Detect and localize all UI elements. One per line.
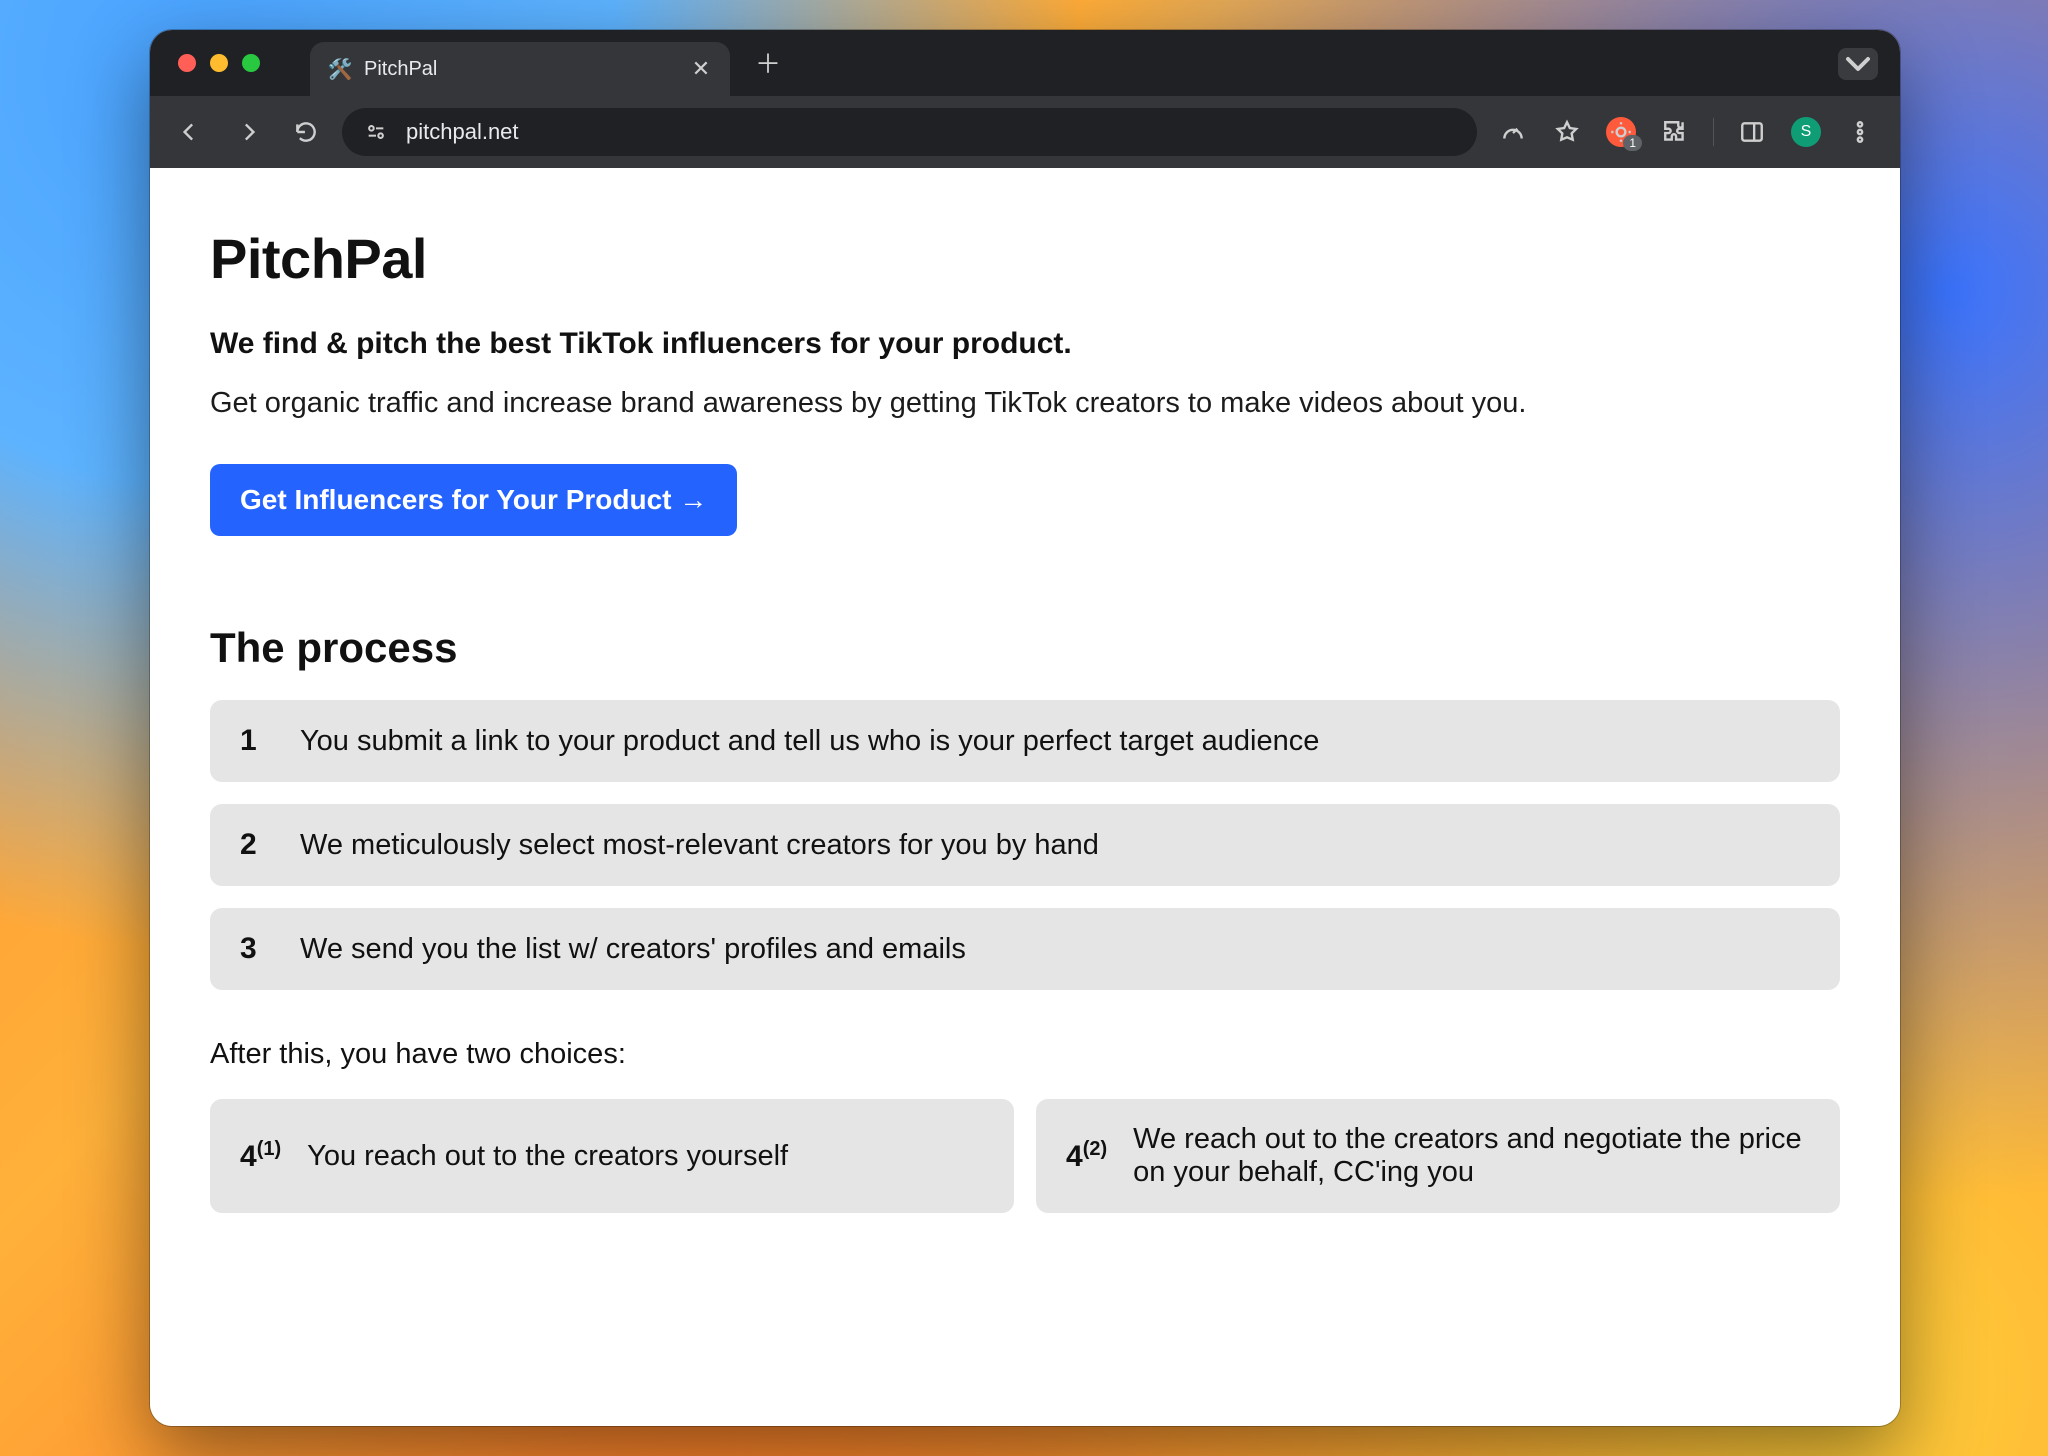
toolbar-divider <box>1713 118 1714 146</box>
extension-icon[interactable]: 1 <box>1599 110 1643 154</box>
process-step: 1 You submit a link to your product and … <box>210 700 1840 782</box>
step-text: We meticulously select most-relevant cre… <box>300 829 1099 862</box>
extension-badge-count: 1 <box>1623 135 1642 151</box>
url-text: pitchpal.net <box>406 119 519 145</box>
step-text: We send you the list w/ creators' profil… <box>300 933 966 966</box>
page-viewport[interactable]: PitchPal We find & pitch the best TikTok… <box>150 168 1900 1426</box>
back-button[interactable] <box>168 110 212 154</box>
tab-search-button[interactable] <box>1838 48 1878 80</box>
forward-button[interactable] <box>226 110 270 154</box>
new-tab-button[interactable]: ＋ <box>748 42 788 82</box>
process-step: 2 We meticulously select most-relevant c… <box>210 804 1840 886</box>
extensions-puzzle-icon[interactable] <box>1653 110 1697 154</box>
choice-number: 4(2) <box>1066 1138 1107 1174</box>
choices-row: 4(1) You reach out to the creators yours… <box>210 1099 1840 1213</box>
page-title: PitchPal <box>210 226 1840 291</box>
step-number: 3 <box>240 932 266 966</box>
choice-number: 4(1) <box>240 1138 281 1174</box>
step-number: 2 <box>240 828 266 862</box>
process-step: 3 We send you the list w/ creators' prof… <box>210 908 1840 990</box>
toolbar-right: 1 S <box>1491 110 1882 154</box>
close-tab-button[interactable]: ✕ <box>690 58 712 80</box>
tab-favicon-icon: 🛠️ <box>328 57 352 81</box>
kebab-menu-icon[interactable] <box>1838 110 1882 154</box>
browser-tab[interactable]: 🛠️ PitchPal ✕ <box>310 42 730 96</box>
bookmark-star-icon[interactable] <box>1545 110 1589 154</box>
choice-card: 4(1) You reach out to the creators yours… <box>210 1099 1014 1213</box>
close-window-button[interactable] <box>178 54 196 72</box>
site-settings-icon[interactable] <box>362 118 390 146</box>
minimize-window-button[interactable] <box>210 54 228 72</box>
page-content: PitchPal We find & pitch the best TikTok… <box>150 168 1900 1293</box>
subtext: Get organic traffic and increase brand a… <box>210 387 1840 420</box>
choices-label: After this, you have two choices: <box>210 1038 1840 1071</box>
browser-toolbar: pitchpal.net 1 S <box>150 96 1900 168</box>
cta-button[interactable]: Get Influencers for Your Product → <box>210 464 737 536</box>
performance-icon[interactable] <box>1491 110 1535 154</box>
choice-text: You reach out to the creators yourself <box>307 1140 788 1173</box>
address-bar[interactable]: pitchpal.net <box>342 108 1477 156</box>
step-text: You submit a link to your product and te… <box>300 725 1319 758</box>
tagline: We find & pitch the best TikTok influenc… <box>210 327 1840 361</box>
choice-card: 4(2) We reach out to the creators and ne… <box>1036 1099 1840 1213</box>
choice-text: We reach out to the creators and negotia… <box>1133 1123 1810 1189</box>
tab-title: PitchPal <box>364 58 678 81</box>
tab-strip: 🛠️ PitchPal ✕ ＋ <box>150 30 1900 96</box>
fullscreen-window-button[interactable] <box>242 54 260 72</box>
profile-avatar[interactable]: S <box>1784 110 1828 154</box>
browser-window: 🛠️ PitchPal ✕ ＋ pitchpal.net <box>150 30 1900 1426</box>
reload-button[interactable] <box>284 110 328 154</box>
extension-badge: 1 <box>1606 117 1636 147</box>
side-panel-icon[interactable] <box>1730 110 1774 154</box>
step-number: 1 <box>240 724 266 758</box>
profile-initial: S <box>1791 117 1821 147</box>
window-controls <box>178 54 260 72</box>
process-heading: The process <box>210 624 1840 672</box>
